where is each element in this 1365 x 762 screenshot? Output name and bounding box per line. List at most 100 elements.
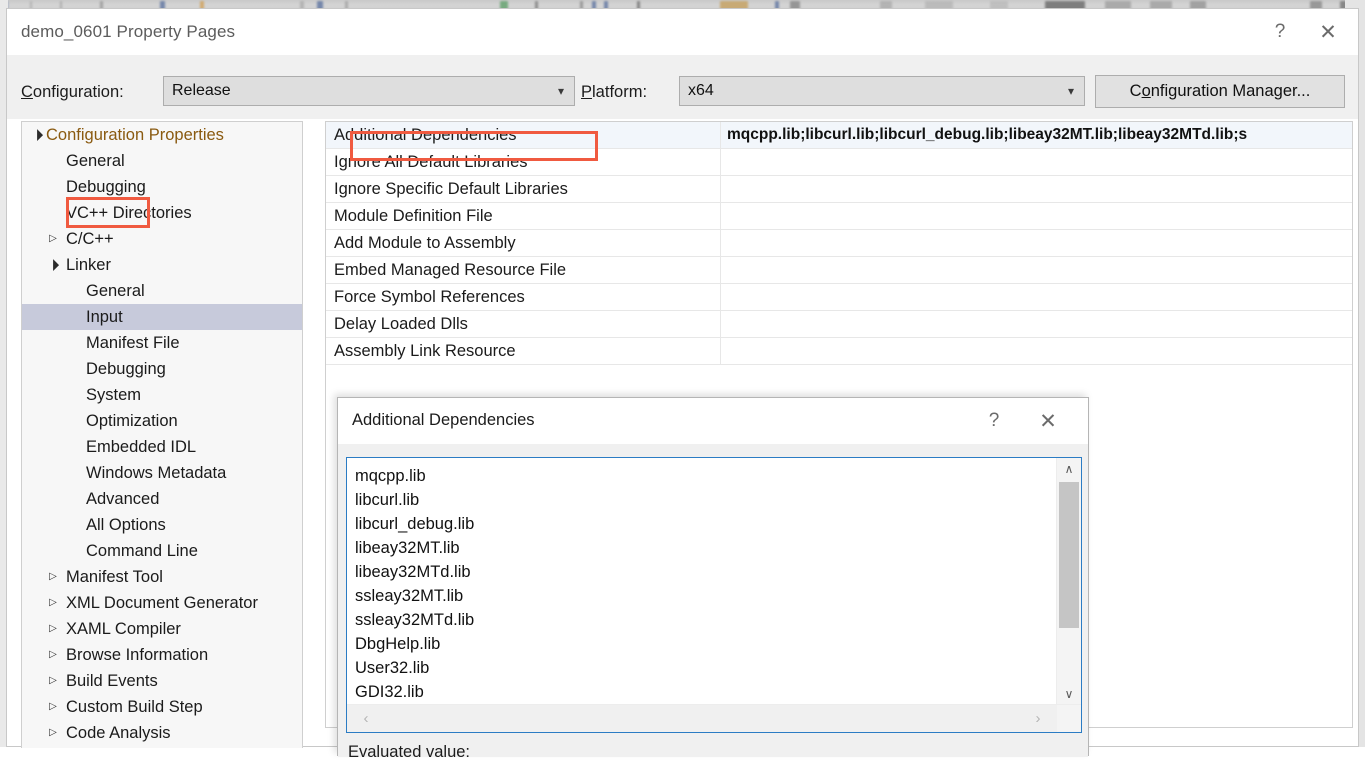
configuration-properties-tree[interactable]: ◢ Configuration Properties General Debuggin… xyxy=(21,121,303,748)
table-row[interactable]: Ignore All Default Libraries xyxy=(326,149,1352,176)
tree-item-manifest-file[interactable]: Manifest File xyxy=(22,330,302,356)
list-item[interactable]: GDI32.lib xyxy=(355,680,1047,704)
tree-item-windows-metadata[interactable]: Windows Metadata xyxy=(22,460,302,486)
tree-item-vc-directories[interactable]: VC++ Directories xyxy=(22,200,302,226)
tree-item-command-line[interactable]: Command Line xyxy=(22,538,302,564)
table-row[interactable]: Module Definition File xyxy=(326,203,1352,230)
tree-item-label: Configuration Properties xyxy=(46,126,224,144)
property-name: Ignore All Default Libraries xyxy=(326,149,721,175)
help-icon[interactable]: ? xyxy=(972,406,1016,436)
tree-item-label: Input xyxy=(86,308,123,326)
list-item[interactable]: ssleay32MT.lib xyxy=(355,584,1047,608)
table-row[interactable]: Additional Dependencies mqcpp.lib;libcurl… xyxy=(326,122,1352,149)
tree-item-manifest-tool[interactable]: ▷ Manifest Tool xyxy=(22,564,302,590)
property-value[interactable] xyxy=(721,284,1352,310)
chevron-right-icon[interactable]: ▷ xyxy=(46,720,60,746)
tree-item-label: Advanced xyxy=(86,490,160,508)
table-row[interactable]: Add Module to Assembly xyxy=(326,230,1352,257)
tree-item-general[interactable]: General xyxy=(22,148,302,174)
property-value[interactable] xyxy=(721,176,1352,202)
tree-item-linker[interactable]: ◢ Linker xyxy=(22,252,302,278)
list-item[interactable]: ssleay32MTd.lib xyxy=(355,608,1047,632)
table-row[interactable]: Assembly Link Resource xyxy=(326,338,1352,365)
property-value[interactable]: mqcpp.lib;libcurl.lib;libcurl_debug.lib;… xyxy=(721,122,1352,148)
chevron-right-icon[interactable]: ▷ xyxy=(46,564,60,590)
tree-item-advanced[interactable]: Advanced xyxy=(22,486,302,512)
tree-item-debugging[interactable]: Debugging xyxy=(22,356,302,382)
tree-item-input[interactable]: Input xyxy=(22,304,302,330)
tree-item-optimization[interactable]: Optimization xyxy=(22,408,302,434)
configuration-bar: Configuration: Release ▾ Platform: x64 ▾… xyxy=(7,55,1358,119)
dialog-titlebar: Additional Dependencies ? ✕ xyxy=(338,398,1088,444)
tree-item-label: Optimization xyxy=(86,412,178,430)
property-value[interactable] xyxy=(721,149,1352,175)
platform-label: Platform: xyxy=(581,83,648,101)
chevron-down-icon[interactable]: ◢ xyxy=(39,251,67,279)
table-row[interactable]: Force Symbol References xyxy=(326,284,1352,311)
close-icon[interactable]: ✕ xyxy=(1306,17,1350,47)
tree-item-xaml-compiler[interactable]: ▷ XAML Compiler xyxy=(22,616,302,642)
window-titlebar: demo_0601 Property Pages ? ✕ xyxy=(7,9,1358,55)
property-name: Add Module to Assembly xyxy=(326,230,721,256)
platform-select[interactable]: x64 ▾ xyxy=(679,76,1085,106)
chevron-right-icon[interactable]: ▷ xyxy=(46,642,60,668)
tree-item-debugging[interactable]: Debugging xyxy=(22,174,302,200)
list-item[interactable]: DbgHelp.lib xyxy=(355,632,1047,656)
table-row[interactable]: Embed Managed Resource File xyxy=(326,257,1352,284)
property-value[interactable] xyxy=(721,257,1352,283)
dependencies-list[interactable]: mqcpp.lib libcurl.lib libcurl_debug.lib lib… xyxy=(347,458,1047,705)
tree-item-label: C/C++ xyxy=(66,230,114,248)
vertical-scrollbar[interactable]: ∧ ∨ xyxy=(1056,458,1081,705)
list-item[interactable]: mqcpp.lib xyxy=(355,464,1047,488)
tree-item-general[interactable]: General xyxy=(22,278,302,304)
dependencies-textarea[interactable]: mqcpp.lib libcurl.lib libcurl_debug.lib lib… xyxy=(346,457,1082,733)
tree-item-label: Build Events xyxy=(66,672,158,690)
chevron-down-icon: ▾ xyxy=(1067,84,1074,98)
tree-item-all-options[interactable]: All Options xyxy=(22,512,302,538)
scroll-down-icon[interactable]: ∨ xyxy=(1057,683,1081,705)
dialog-body: mqcpp.lib libcurl.lib libcurl_debug.lib lib… xyxy=(338,444,1088,761)
table-row[interactable]: Delay Loaded Dlls xyxy=(326,311,1352,338)
tree-item-build-events[interactable]: ▷ Build Events xyxy=(22,668,302,694)
tree-item-xml-document-generator[interactable]: ▷ XML Document Generator xyxy=(22,590,302,616)
list-item[interactable]: libeay32MT.lib xyxy=(355,536,1047,560)
platform-value: x64 xyxy=(688,82,714,99)
scroll-left-icon[interactable]: ‹ xyxy=(353,705,379,731)
tree-item-label: XML Document Generator xyxy=(66,594,258,612)
tree-item-code-analysis[interactable]: ▷ Code Analysis xyxy=(22,720,302,746)
chevron-right-icon[interactable]: ▷ xyxy=(46,668,60,694)
configuration-manager-button[interactable]: Configuration Manager... xyxy=(1095,75,1345,108)
property-value[interactable] xyxy=(721,230,1352,256)
tree-item-embedded-idl[interactable]: Embedded IDL xyxy=(22,434,302,460)
tree-item-label: Manifest Tool xyxy=(66,568,163,586)
tree-item-label: Manifest File xyxy=(86,334,180,352)
horizontal-scrollbar[interactable]: ‹ › xyxy=(347,704,1081,732)
property-value[interactable] xyxy=(721,338,1352,364)
evaluated-value-label: Evaluated value: xyxy=(348,743,471,761)
tree-item-label: Linker xyxy=(66,256,111,274)
list-item[interactable]: libcurl.lib xyxy=(355,488,1047,512)
vertical-scrollbar-thumb[interactable] xyxy=(1059,482,1079,628)
scroll-up-icon[interactable]: ∧ xyxy=(1057,458,1081,480)
chevron-right-icon[interactable]: ▷ xyxy=(46,226,60,252)
configuration-select[interactable]: Release ▾ xyxy=(163,76,575,106)
property-value[interactable] xyxy=(721,311,1352,337)
list-item[interactable]: libcurl_debug.lib xyxy=(355,512,1047,536)
configuration-value: Release xyxy=(172,82,231,99)
tree-item-custom-build-step[interactable]: ▷ Custom Build Step xyxy=(22,694,302,720)
scroll-right-icon[interactable]: › xyxy=(1025,705,1051,731)
list-item[interactable]: libeay32MTd.lib xyxy=(355,560,1047,584)
tree-item-system[interactable]: System xyxy=(22,382,302,408)
list-item[interactable]: User32.lib xyxy=(355,656,1047,680)
property-name: Force Symbol References xyxy=(326,284,721,310)
close-icon[interactable]: ✕ xyxy=(1026,406,1070,436)
tree-item-configuration-properties[interactable]: ◢ Configuration Properties xyxy=(22,122,302,148)
table-row[interactable]: Ignore Specific Default Libraries xyxy=(326,176,1352,203)
chevron-right-icon[interactable]: ▷ xyxy=(46,590,60,616)
property-value[interactable] xyxy=(721,203,1352,229)
chevron-right-icon[interactable]: ▷ xyxy=(46,694,60,720)
help-icon[interactable]: ? xyxy=(1258,17,1302,47)
tree-item-c-c[interactable]: ▷ C/C++ xyxy=(22,226,302,252)
tree-item-browse-information[interactable]: ▷ Browse Information xyxy=(22,642,302,668)
chevron-right-icon[interactable]: ▷ xyxy=(46,616,60,642)
